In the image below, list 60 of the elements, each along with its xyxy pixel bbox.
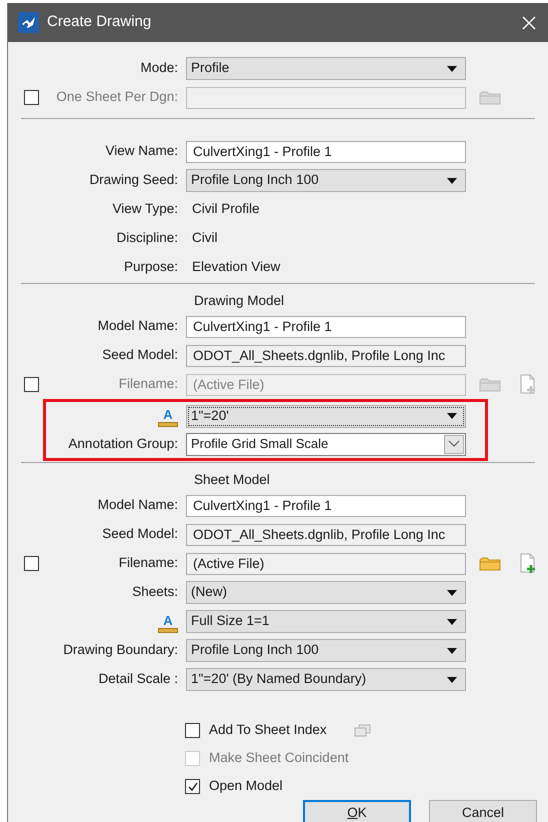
caret-icon	[447, 66, 457, 72]
new-file-icon[interactable]	[518, 553, 536, 574]
label-text: Annotation Group:	[68, 436, 178, 451]
label-text: View Type:	[112, 201, 178, 216]
folder-icon[interactable]	[479, 555, 501, 572]
label-text: Filename:	[118, 555, 178, 570]
dropdown[interactable]: 1"=20'	[186, 404, 466, 428]
caret-icon	[447, 413, 457, 419]
dialog-button[interactable]: Cancel	[429, 800, 537, 822]
field-value: Elevation View	[191, 258, 282, 276]
label-text: Sheets:	[132, 584, 178, 600]
label-text: Mode:	[140, 60, 178, 76]
dropdown[interactable]: Full Size 1=1	[186, 610, 466, 633]
check-icon	[186, 780, 198, 792]
text-field[interactable]: CulvertXing1 - Profile 1	[186, 494, 466, 516]
dropdown[interactable]: Profile	[186, 57, 466, 80]
combo-box[interactable]: Profile Grid Small Scale	[186, 432, 466, 456]
caret-icon	[447, 618, 457, 624]
checkbox[interactable]	[185, 778, 200, 794]
text-field[interactable]: ODOT_All_Sheets.dgnlib, Profile Long Inc	[186, 344, 466, 366]
app-icon	[18, 12, 39, 33]
checkbox[interactable]	[185, 722, 200, 738]
label-text: One Sheet Per Dgn:	[56, 89, 178, 104]
label-text: Model Name:	[98, 318, 178, 334]
label-text: Detail Scale :	[98, 671, 178, 686]
text-field[interactable]: ODOT_All_Sheets.dgnlib, Profile Long Inc	[186, 524, 466, 546]
dialog-button[interactable]: OK	[303, 800, 411, 822]
label-text: Seed Model:	[102, 347, 178, 362]
text-field[interactable]: (Active File)	[186, 552, 466, 574]
caret-icon	[447, 648, 457, 654]
dropdown[interactable]: Profile Long Inch 100	[186, 169, 466, 192]
text-field[interactable]: CulvertXing1 - Profile 1	[186, 140, 466, 162]
field-value: Civil Profile	[191, 200, 261, 218]
sheet-index-icon[interactable]	[354, 724, 371, 736]
close-icon[interactable]	[522, 16, 536, 30]
field-value: Civil	[191, 229, 218, 248]
checkbox[interactable]	[24, 556, 39, 571]
label-text: Seed Model:	[102, 526, 178, 542]
dropdown[interactable]: (New)	[186, 581, 466, 604]
section-heading: Drawing Model	[194, 292, 284, 310]
checkbox-label: Open Model	[209, 776, 283, 795]
dropdown[interactable]: 1"=20' (By Named Boundary)	[186, 668, 466, 691]
caret-icon	[447, 590, 457, 596]
label-text: Discipline:	[116, 230, 178, 246]
label-text: Purpose:	[124, 259, 178, 274]
dropdown[interactable]: Profile Long Inch 100	[186, 639, 466, 662]
label-text: View Name:	[105, 143, 178, 158]
label-text: Model Name:	[98, 497, 178, 512]
checkbox-label: Add To Sheet Index	[209, 720, 327, 739]
caret-icon	[447, 676, 457, 682]
dropdown-button[interactable]	[444, 434, 464, 454]
label-text: Drawing Boundary:	[63, 642, 178, 658]
label-text: Drawing Seed:	[89, 172, 178, 188]
window-title: Create Drawing	[47, 12, 152, 32]
chevron-icon	[448, 440, 460, 448]
text-field[interactable]: CulvertXing1 - Profile 1	[186, 316, 466, 338]
checkbox-label: Make Sheet Coincident	[209, 748, 349, 767]
caret-icon	[447, 178, 457, 184]
section-heading: Sheet Model	[194, 470, 270, 489]
label-text: Filename:	[118, 376, 178, 392]
